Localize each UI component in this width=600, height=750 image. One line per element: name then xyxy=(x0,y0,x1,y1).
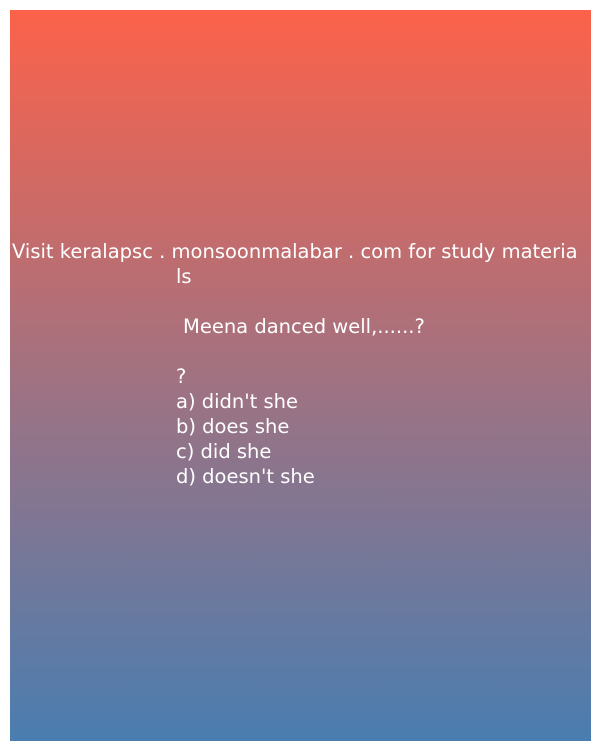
promo-text-continued: ls xyxy=(176,265,192,288)
option-b: b) does she xyxy=(176,415,290,438)
option-d: d) doesn't she xyxy=(176,465,315,488)
option-a: a) didn't she xyxy=(176,390,299,413)
option-c: c) did she xyxy=(176,440,272,463)
question-card: Visit keralapsc . monsoonmalabar . com f… xyxy=(10,10,591,741)
promo-text: Visit keralapsc . monsoonmalabar . com f… xyxy=(12,240,578,263)
question-mark: ? xyxy=(176,365,187,388)
question-text: Meena danced well,......? xyxy=(183,315,425,338)
